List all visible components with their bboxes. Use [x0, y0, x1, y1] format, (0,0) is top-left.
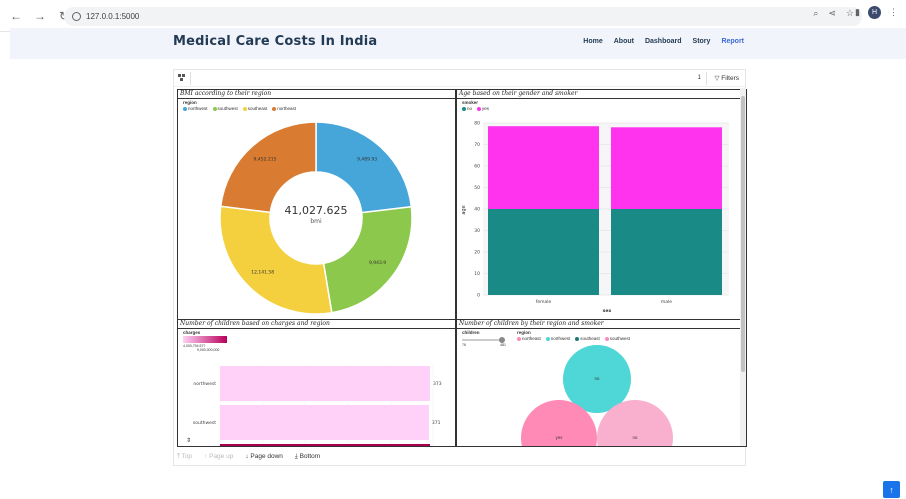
- slice-value-label: 9,489.93: [357, 156, 377, 162]
- y-tick-label: 50: [474, 185, 480, 191]
- row-label: southwest: [193, 420, 216, 426]
- page-number: 1: [697, 75, 701, 81]
- bubble-label: yes: [556, 435, 563, 440]
- bmi-panel: BMI according to their region region nor…: [177, 89, 456, 321]
- y-tick-label: 30: [474, 228, 480, 234]
- age-bar-chart: age sex 0 10 20 30 40 50 60 70 80 female male: [461, 121, 729, 314]
- bmi-donut-chart: 41,027.625 bmi 9,489.93 9,943.9 12,141.58 9…: [219, 121, 413, 315]
- bar-male-yes[interactable]: [611, 127, 722, 209]
- bookmark-star-icon[interactable]: ☆: [846, 8, 854, 19]
- age-panel: Age based on their gender and smoker smo…: [456, 89, 747, 321]
- menu-kebab-icon[interactable]: ⋮: [889, 7, 898, 18]
- report-toolbar: 1 ▽ Filters: [174, 70, 745, 87]
- children-charges-panel: Number of children based on charges and …: [177, 319, 456, 447]
- bar-next-row[interactable]: [220, 444, 430, 447]
- arrow-up-icon: ↑: [889, 484, 894, 495]
- toolbar-divider: [706, 72, 707, 85]
- scroll-thumb[interactable]: [741, 96, 745, 372]
- bar-northwest[interactable]: [220, 366, 430, 401]
- y-tick-label: 0: [477, 293, 480, 299]
- nav-story[interactable]: Story: [693, 38, 711, 45]
- page-up-button[interactable]: ↑ Page up: [204, 453, 233, 461]
- top-button[interactable]: ⤒ Top: [177, 453, 192, 461]
- nav-dashboard[interactable]: Dashboard: [645, 38, 682, 45]
- x-tick-label: male: [661, 299, 672, 305]
- y-axis-label: age: [461, 205, 467, 214]
- donut-center-label: bmi: [310, 218, 322, 225]
- filters-button[interactable]: ▽ Filters: [714, 74, 739, 82]
- y-tick-label: 20: [474, 250, 480, 256]
- children-bubble-chart: no yes no: [521, 345, 673, 446]
- donut-slice-northwest[interactable]: [315, 121, 413, 214]
- x-axis-label: sex: [603, 309, 612, 314]
- bubble-label: no: [633, 435, 639, 440]
- x-tick-label: female: [536, 299, 552, 305]
- forward-icon[interactable]: →: [32, 8, 48, 24]
- toolbar-divider: [190, 72, 191, 85]
- bar-southwest[interactable]: [220, 405, 429, 440]
- slice-value-label: 9,943.9: [369, 260, 386, 266]
- bottom-button[interactable]: ⤓ Bottom: [295, 453, 320, 461]
- children-charges-chart: northwest 373 southwest 371 ⇕: [186, 365, 442, 447]
- side-panel-icon[interactable]: ▮: [855, 7, 860, 18]
- site-info-icon[interactable]: [72, 12, 81, 21]
- y-tick-label: 70: [474, 142, 480, 148]
- main-nav: Home About Dashboard Story Report: [583, 38, 744, 45]
- drag-handle-icon[interactable]: ⇕: [186, 437, 191, 444]
- report-view-icon[interactable]: [178, 74, 185, 81]
- address-bar[interactable]: 127.0.0.1:5000: [64, 7, 862, 26]
- zoom-icon[interactable]: ⌕: [813, 8, 818, 19]
- report-scrollbar[interactable]: [740, 88, 746, 446]
- report-pager: ⤒ Top ↑ Page up ↓ Page down ⤓ Bottom: [177, 453, 320, 461]
- slice-value-label: 9,452.215: [254, 156, 277, 162]
- y-tick-label: 10: [474, 271, 480, 277]
- donut-center-value: 41,027.625: [285, 204, 348, 217]
- page-down-button[interactable]: ↓ Page down: [245, 453, 283, 461]
- bar-female-no[interactable]: [488, 209, 599, 295]
- nav-home[interactable]: Home: [583, 38, 602, 45]
- y-tick-label: 80: [474, 121, 480, 127]
- scroll-to-top-button[interactable]: ↑: [883, 481, 900, 498]
- children-region-panel: Number of children by their region and s…: [456, 319, 747, 447]
- donut-slice-southwest[interactable]: [322, 205, 413, 314]
- donut-slice-northeast[interactable]: [219, 121, 317, 214]
- back-icon[interactable]: ←: [8, 8, 24, 24]
- nav-about[interactable]: About: [614, 38, 634, 45]
- url-text: 127.0.0.1:5000: [86, 12, 140, 21]
- bar-value-label: 373: [433, 381, 442, 387]
- share-icon[interactable]: ⋖: [828, 8, 836, 19]
- nav-report[interactable]: Report: [721, 38, 744, 45]
- report-frame: 1 ▽ Filters BMI according to their regio…: [173, 69, 747, 466]
- bar-value-label: 371: [432, 420, 441, 426]
- app-header: Medical Care Costs In India Home About D…: [10, 28, 906, 59]
- profile-avatar[interactable]: H: [868, 6, 881, 19]
- page-title: Medical Care Costs In India: [173, 34, 378, 49]
- bar-female-yes[interactable]: [488, 126, 599, 209]
- y-tick-label: 40: [474, 207, 480, 213]
- bubble-label: no: [595, 376, 601, 381]
- row-label: northwest: [193, 381, 216, 387]
- bar-male-no[interactable]: [611, 209, 722, 295]
- slice-value-label: 12,141.58: [251, 270, 274, 276]
- y-tick-label: 60: [474, 164, 480, 170]
